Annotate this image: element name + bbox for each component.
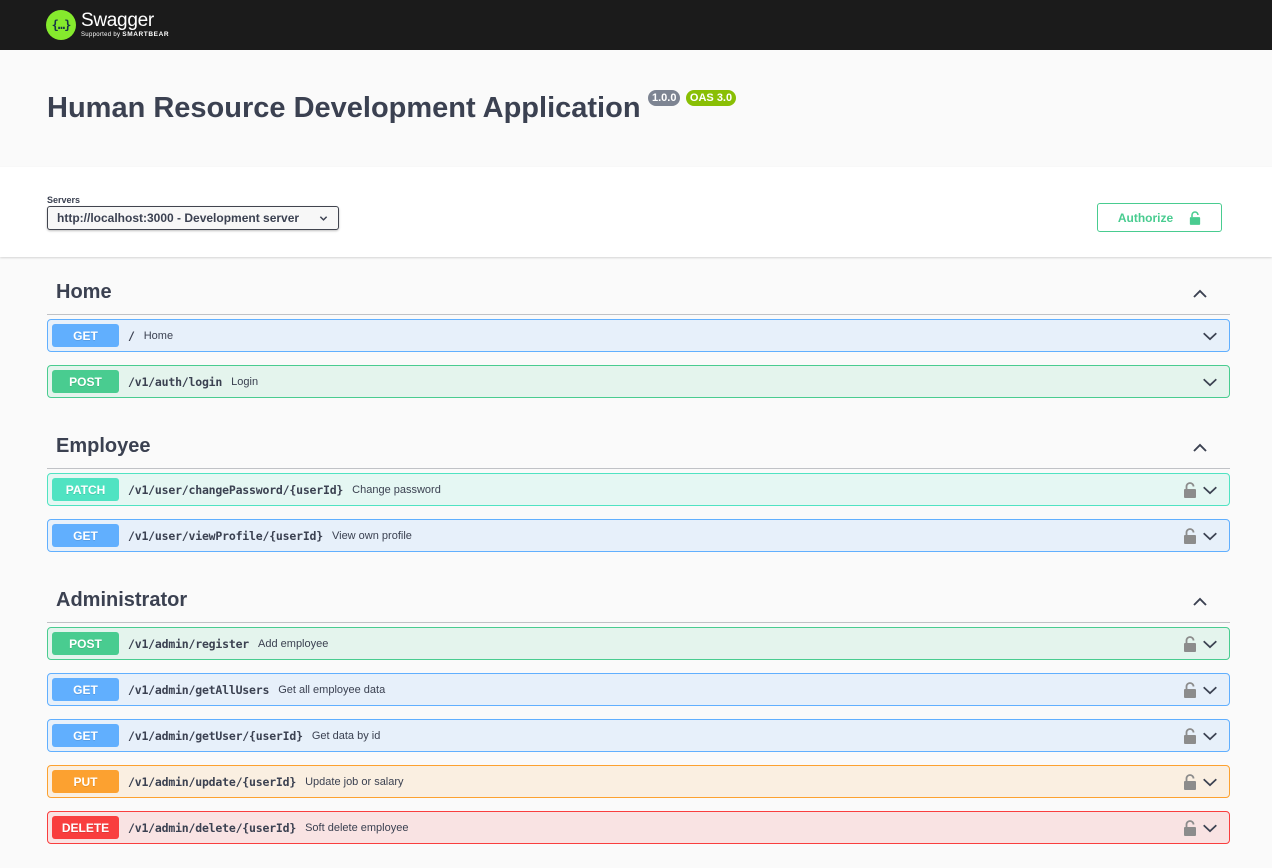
- operation-path: /v1/admin/getAllUsers: [128, 682, 270, 697]
- authorize-button[interactable]: Authorize: [1097, 203, 1222, 232]
- unlock-icon[interactable]: [1183, 481, 1197, 498]
- method-badge: GET: [52, 678, 119, 701]
- unlock-icon: [1190, 210, 1201, 225]
- brand-name: Swagger: [81, 10, 154, 32]
- logo-text: Swagger Supported by SMARTBEAR: [81, 11, 169, 39]
- info-section: Human Resource Development Application 1…: [0, 50, 1272, 167]
- operation-summary: View own profile: [331, 529, 412, 542]
- operation-controls: [1201, 373, 1219, 391]
- operation-delete[interactable]: DELETE/v1/admin/delete/{userId} Soft dele…: [47, 811, 1230, 844]
- unlock-icon[interactable]: [1183, 727, 1197, 744]
- operation-path: /v1/user/viewProfile/{userId}: [128, 528, 323, 543]
- operation-put[interactable]: PUT/v1/admin/update/{userId} Update job o…: [47, 765, 1230, 798]
- topbar: {…} Swagger Supported by SMARTBEAR: [0, 0, 1272, 50]
- chevron-down-icon: [1203, 332, 1217, 340]
- authorize-label: Authorize: [1117, 210, 1174, 225]
- chevron-up-icon: [1193, 597, 1207, 606]
- tag-header-administrator[interactable]: Administrator: [47, 565, 1230, 623]
- servers-selected-value: http://localhost:3000 - Development serv…: [57, 211, 300, 225]
- operation-summary: Add employee: [258, 637, 329, 650]
- oas-badge: OAS 3.0: [685, 90, 737, 106]
- chevron-down-icon: [1203, 532, 1217, 540]
- method-badge: GET: [52, 524, 119, 547]
- swagger-logo-icon: {…}: [46, 10, 76, 40]
- operation-path: /v1/admin/delete/{userId}: [128, 820, 297, 835]
- unlock-icon[interactable]: [1183, 635, 1197, 652]
- tag-title: Employee: [56, 435, 151, 457]
- method-badge: GET: [52, 324, 119, 347]
- unlock-icon[interactable]: [1183, 527, 1197, 544]
- swagger-logo[interactable]: {…} Swagger Supported by SMARTBEAR: [46, 10, 169, 40]
- method-badge: POST: [52, 370, 119, 393]
- operation-summary: Soft delete employee: [305, 821, 409, 834]
- operation-patch[interactable]: PATCH/v1/user/changePassword/{userId} Cha…: [47, 473, 1230, 506]
- supported-by-text: Supported by: [81, 32, 121, 39]
- tag-section-home: Home GET / Home POST/v1/auth/login Login: [47, 257, 1230, 398]
- method-badge: PATCH: [52, 478, 119, 501]
- operation-get[interactable]: GET / Home: [47, 319, 1230, 352]
- operation-post[interactable]: POST/v1/admin/register Add employee: [47, 627, 1230, 660]
- page-title: Human Resource Development Application: [47, 92, 641, 124]
- operation-controls: [1183, 481, 1219, 499]
- operation-controls: [1183, 635, 1219, 653]
- tag-title: Administrator: [56, 589, 188, 611]
- supported-by: Supported by SMARTBEAR: [81, 32, 169, 39]
- tag-section-administrator: Administrator POST/v1/admin/register Add e…: [47, 565, 1230, 844]
- operation-summary: Login: [231, 375, 259, 388]
- operation-controls: [1201, 327, 1219, 345]
- chevron-down-icon: [1203, 778, 1217, 786]
- operation-path: /v1/admin/update/{userId}: [128, 774, 297, 789]
- tag-header-employee[interactable]: Employee: [47, 411, 1230, 469]
- method-badge: POST: [52, 632, 119, 655]
- company-name: SMARTBEAR: [122, 31, 170, 39]
- operation-summary: Home: [143, 329, 174, 342]
- chevron-down-icon: [1203, 486, 1217, 494]
- chevron-down-icon: [1203, 732, 1217, 740]
- operation-controls: [1183, 819, 1219, 837]
- operation-summary: Get all employee data: [278, 683, 386, 696]
- operation-path: /v1/admin/getUser/{userId}: [128, 728, 303, 743]
- chevron-down-icon: [1203, 824, 1217, 832]
- servers-label: Servers: [47, 195, 81, 205]
- servers-select[interactable]: http://localhost:3000 - Development serv…: [47, 206, 339, 230]
- operation-get[interactable]: GET/v1/user/viewProfile/{userId} View own…: [47, 519, 1230, 552]
- method-badge: GET: [52, 724, 119, 747]
- unlock-icon[interactable]: [1183, 773, 1197, 790]
- chevron-down-icon: [1203, 640, 1217, 648]
- method-badge: PUT: [52, 770, 119, 793]
- operation-get[interactable]: GET/v1/admin/getUser/{userId} Get data by…: [47, 719, 1230, 752]
- chevron-down-icon: [319, 215, 328, 221]
- unlock-icon[interactable]: [1183, 819, 1197, 836]
- operation-controls: [1183, 727, 1219, 745]
- operation-summary: Change password: [352, 483, 441, 496]
- operation-path: /: [128, 328, 135, 343]
- operations-content: Home GET / Home POST/v1/auth/login Login Emplo…: [0, 257, 1272, 844]
- tag-section-employee: Employee PATCH/v1/user/changePassword/{us…: [47, 411, 1230, 552]
- operation-summary: Get data by id: [311, 729, 381, 742]
- operation-get[interactable]: GET/v1/admin/getAllUsers Get all employee…: [47, 673, 1230, 706]
- chevron-down-icon: [1203, 378, 1217, 386]
- unlock-icon[interactable]: [1183, 681, 1197, 698]
- operation-post[interactable]: POST/v1/auth/login Login: [47, 365, 1230, 398]
- method-badge: DELETE: [52, 816, 119, 839]
- scheme-container: Servers http://localhost:3000 - Developm…: [0, 167, 1272, 257]
- tag-header-home[interactable]: Home: [47, 257, 1230, 315]
- operation-controls: [1183, 681, 1219, 699]
- operation-path: /v1/user/changePassword/{userId}: [128, 482, 344, 497]
- version-badge: 1.0.0: [648, 90, 681, 106]
- operation-path: /v1/admin/register: [128, 636, 250, 651]
- tag-title: Home: [56, 281, 112, 303]
- chevron-down-icon: [1203, 686, 1217, 694]
- chevron-up-icon: [1193, 443, 1207, 452]
- operation-summary: Update job or salary: [305, 775, 404, 788]
- operation-controls: [1183, 527, 1219, 545]
- operation-controls: [1183, 773, 1219, 791]
- chevron-up-icon: [1193, 289, 1207, 298]
- operation-path: /v1/auth/login: [128, 374, 223, 389]
